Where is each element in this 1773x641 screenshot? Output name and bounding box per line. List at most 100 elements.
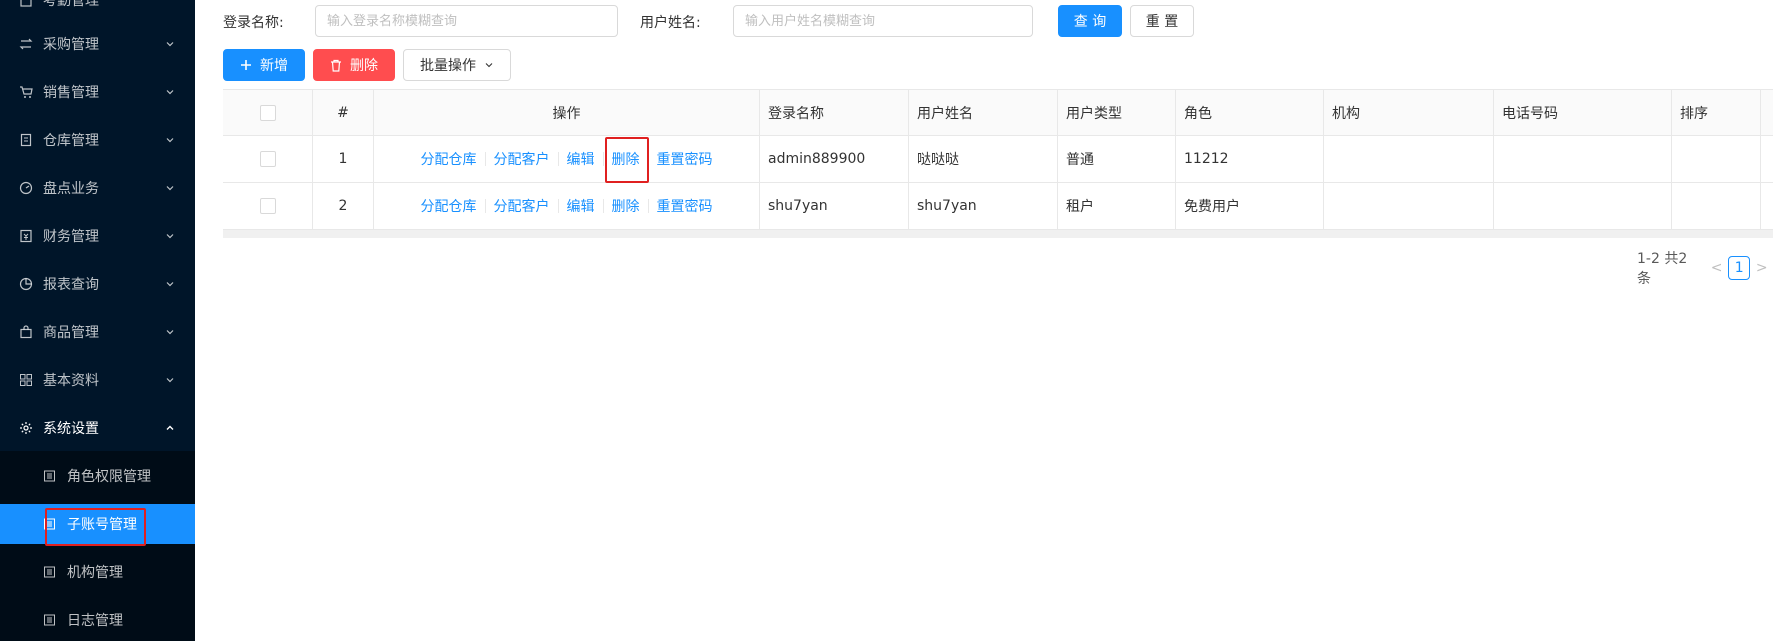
row-checkbox[interactable] [259, 198, 276, 214]
delete-link[interactable]: 删除 [612, 196, 640, 216]
shopping-icon [19, 325, 33, 339]
sidebar-item-label: 系统设置 [43, 421, 99, 437]
sidebar-item-purchase[interactable]: 采购管理 [0, 20, 195, 68]
chevron-down-icon [164, 326, 176, 338]
table-row: 2 分配仓库 分配客户 编辑 删除 重置密码 shu7yan shu7yan 租… [223, 183, 1773, 230]
chevron-down-icon [164, 230, 176, 242]
assign-customer-link[interactable]: 分配客户 [494, 149, 550, 169]
system-settings-submenu: 角色权限管理 子账号管理 机构管理 日志管理 [0, 451, 195, 641]
assign-warehouse-link[interactable]: 分配仓库 [421, 196, 477, 216]
chevron-down-icon [164, 278, 176, 290]
sidebar-subitem-sub-accounts[interactable]: 子账号管理 [0, 504, 195, 544]
chevron-down-icon [164, 374, 176, 386]
row-select-cell [223, 183, 313, 229]
row-user-type: 普通 [1058, 136, 1176, 182]
sidebar-item-inventory[interactable]: 盘点业务 [0, 164, 195, 212]
sidebar-subitem-label: 日志管理 [67, 613, 123, 629]
sidebar: 考勤管理 采购管理 销售管理 仓库管理 盘点业务 财务管理 报表查询 商品管理 … [0, 0, 195, 641]
column-header-user-type: 用户类型 [1058, 90, 1176, 135]
reset-button[interactable]: 重 置 [1130, 5, 1194, 37]
action-divider [602, 152, 604, 166]
sidebar-item-basic-data[interactable]: 基本资料 [0, 356, 195, 404]
sidebar-item-label: 商品管理 [43, 325, 99, 341]
column-header-sort: 排序 [1672, 90, 1761, 135]
table-scrollbar[interactable] [223, 230, 1773, 238]
row-login-name: admin889900 [760, 136, 909, 182]
row-select-cell [223, 136, 313, 182]
row-organization [1324, 136, 1494, 182]
user-name-input[interactable] [733, 5, 1033, 37]
sidebar-subitem-label: 子账号管理 [67, 517, 137, 533]
sidebar-item-finance[interactable]: 财务管理 [0, 212, 195, 260]
action-divider [557, 152, 559, 166]
sidebar-subitem-logs[interactable]: 日志管理 [0, 600, 195, 640]
column-header-login-name: 登录名称 [760, 90, 909, 135]
user-name-label: 用户姓名: [640, 15, 701, 31]
row-role: 11212 [1176, 136, 1324, 182]
sidebar-subitem-organizations[interactable]: 机构管理 [0, 552, 195, 592]
delete-button-label: 删除 [350, 58, 378, 74]
sidebar-item-sales[interactable]: 销售管理 [0, 68, 195, 116]
row-user-type: 租户 [1058, 183, 1176, 229]
row-checkbox[interactable] [259, 151, 276, 167]
sidebar-item-label: 仓库管理 [43, 133, 99, 149]
batch-operation-button[interactable]: 批量操作 [403, 49, 511, 81]
chevron-down-icon [484, 60, 494, 70]
row-user-name: 哒哒哒 [909, 136, 1058, 182]
query-button[interactable]: 查 询 [1058, 5, 1122, 37]
sidebar-item-label: 采购管理 [43, 37, 99, 53]
delete-link[interactable]: 删除 [612, 149, 640, 169]
swap-icon [19, 37, 33, 51]
action-divider [647, 152, 649, 166]
sidebar-item-reports[interactable]: 报表查询 [0, 260, 195, 308]
delete-button[interactable]: 删除 [313, 49, 395, 81]
edit-link[interactable]: 编辑 [567, 149, 595, 169]
app-root: 考勤管理 采购管理 销售管理 仓库管理 盘点业务 财务管理 报表查询 商品管理 … [0, 0, 1773, 641]
sidebar-item-system-settings[interactable]: 系统设置 [0, 404, 195, 452]
row-phone [1494, 136, 1672, 182]
sidebar-subitem-label: 角色权限管理 [67, 469, 151, 485]
select-all-checkbox[interactable] [259, 104, 276, 121]
reset-password-link[interactable]: 重置密码 [657, 196, 713, 216]
action-divider [484, 199, 486, 213]
table-row: 1 分配仓库 分配客户 编辑 删除 重置密码 admin889900 哒哒哒 普… [223, 136, 1773, 183]
action-divider [602, 199, 604, 213]
action-divider [484, 152, 486, 166]
chevron-down-icon [164, 38, 176, 50]
cart-icon [19, 85, 33, 99]
book-icon [19, 133, 33, 147]
page-number-button[interactable]: 1 [1727, 256, 1751, 280]
edit-link[interactable]: 编辑 [567, 196, 595, 216]
add-button[interactable]: 新增 [223, 49, 305, 81]
building-icon [19, 0, 33, 7]
assign-customer-link[interactable]: 分配客户 [494, 196, 550, 216]
prev-page-icon[interactable]: < [1705, 256, 1728, 280]
sidebar-item-label: 盘点业务 [43, 181, 99, 197]
profile-icon [43, 614, 56, 627]
account-book-icon [19, 229, 33, 243]
chevron-down-icon [164, 134, 176, 146]
sidebar-item-warehouse[interactable]: 仓库管理 [0, 116, 195, 164]
column-header-index: # [313, 90, 374, 135]
column-header-organization: 机构 [1324, 90, 1494, 135]
sidebar-item-products[interactable]: 商品管理 [0, 308, 195, 356]
profile-icon [43, 518, 56, 531]
select-all-cell [223, 90, 313, 135]
profile-icon [43, 470, 56, 483]
row-organization [1324, 183, 1494, 229]
sidebar-subitem-role-permissions[interactable]: 角色权限管理 [0, 456, 195, 496]
assign-warehouse-link[interactable]: 分配仓库 [421, 149, 477, 169]
sidebar-item-label: 财务管理 [43, 229, 99, 245]
row-actions: 分配仓库 分配客户 编辑 删除 重置密码 [374, 136, 760, 182]
row-phone [1494, 183, 1672, 229]
pagination-total: 1-2 共2条 [1637, 251, 1688, 287]
login-name-input[interactable] [315, 5, 618, 37]
sidebar-item-label: 考勤管理 [43, 0, 99, 9]
reset-password-link[interactable]: 重置密码 [657, 149, 713, 169]
next-page-icon[interactable]: > [1750, 256, 1773, 280]
action-divider [557, 199, 559, 213]
row-user-name: shu7yan [909, 183, 1058, 229]
chevron-down-icon [164, 86, 176, 98]
row-actions: 分配仓库 分配客户 编辑 删除 重置密码 [374, 183, 760, 229]
row-login-name: shu7yan [760, 183, 909, 229]
